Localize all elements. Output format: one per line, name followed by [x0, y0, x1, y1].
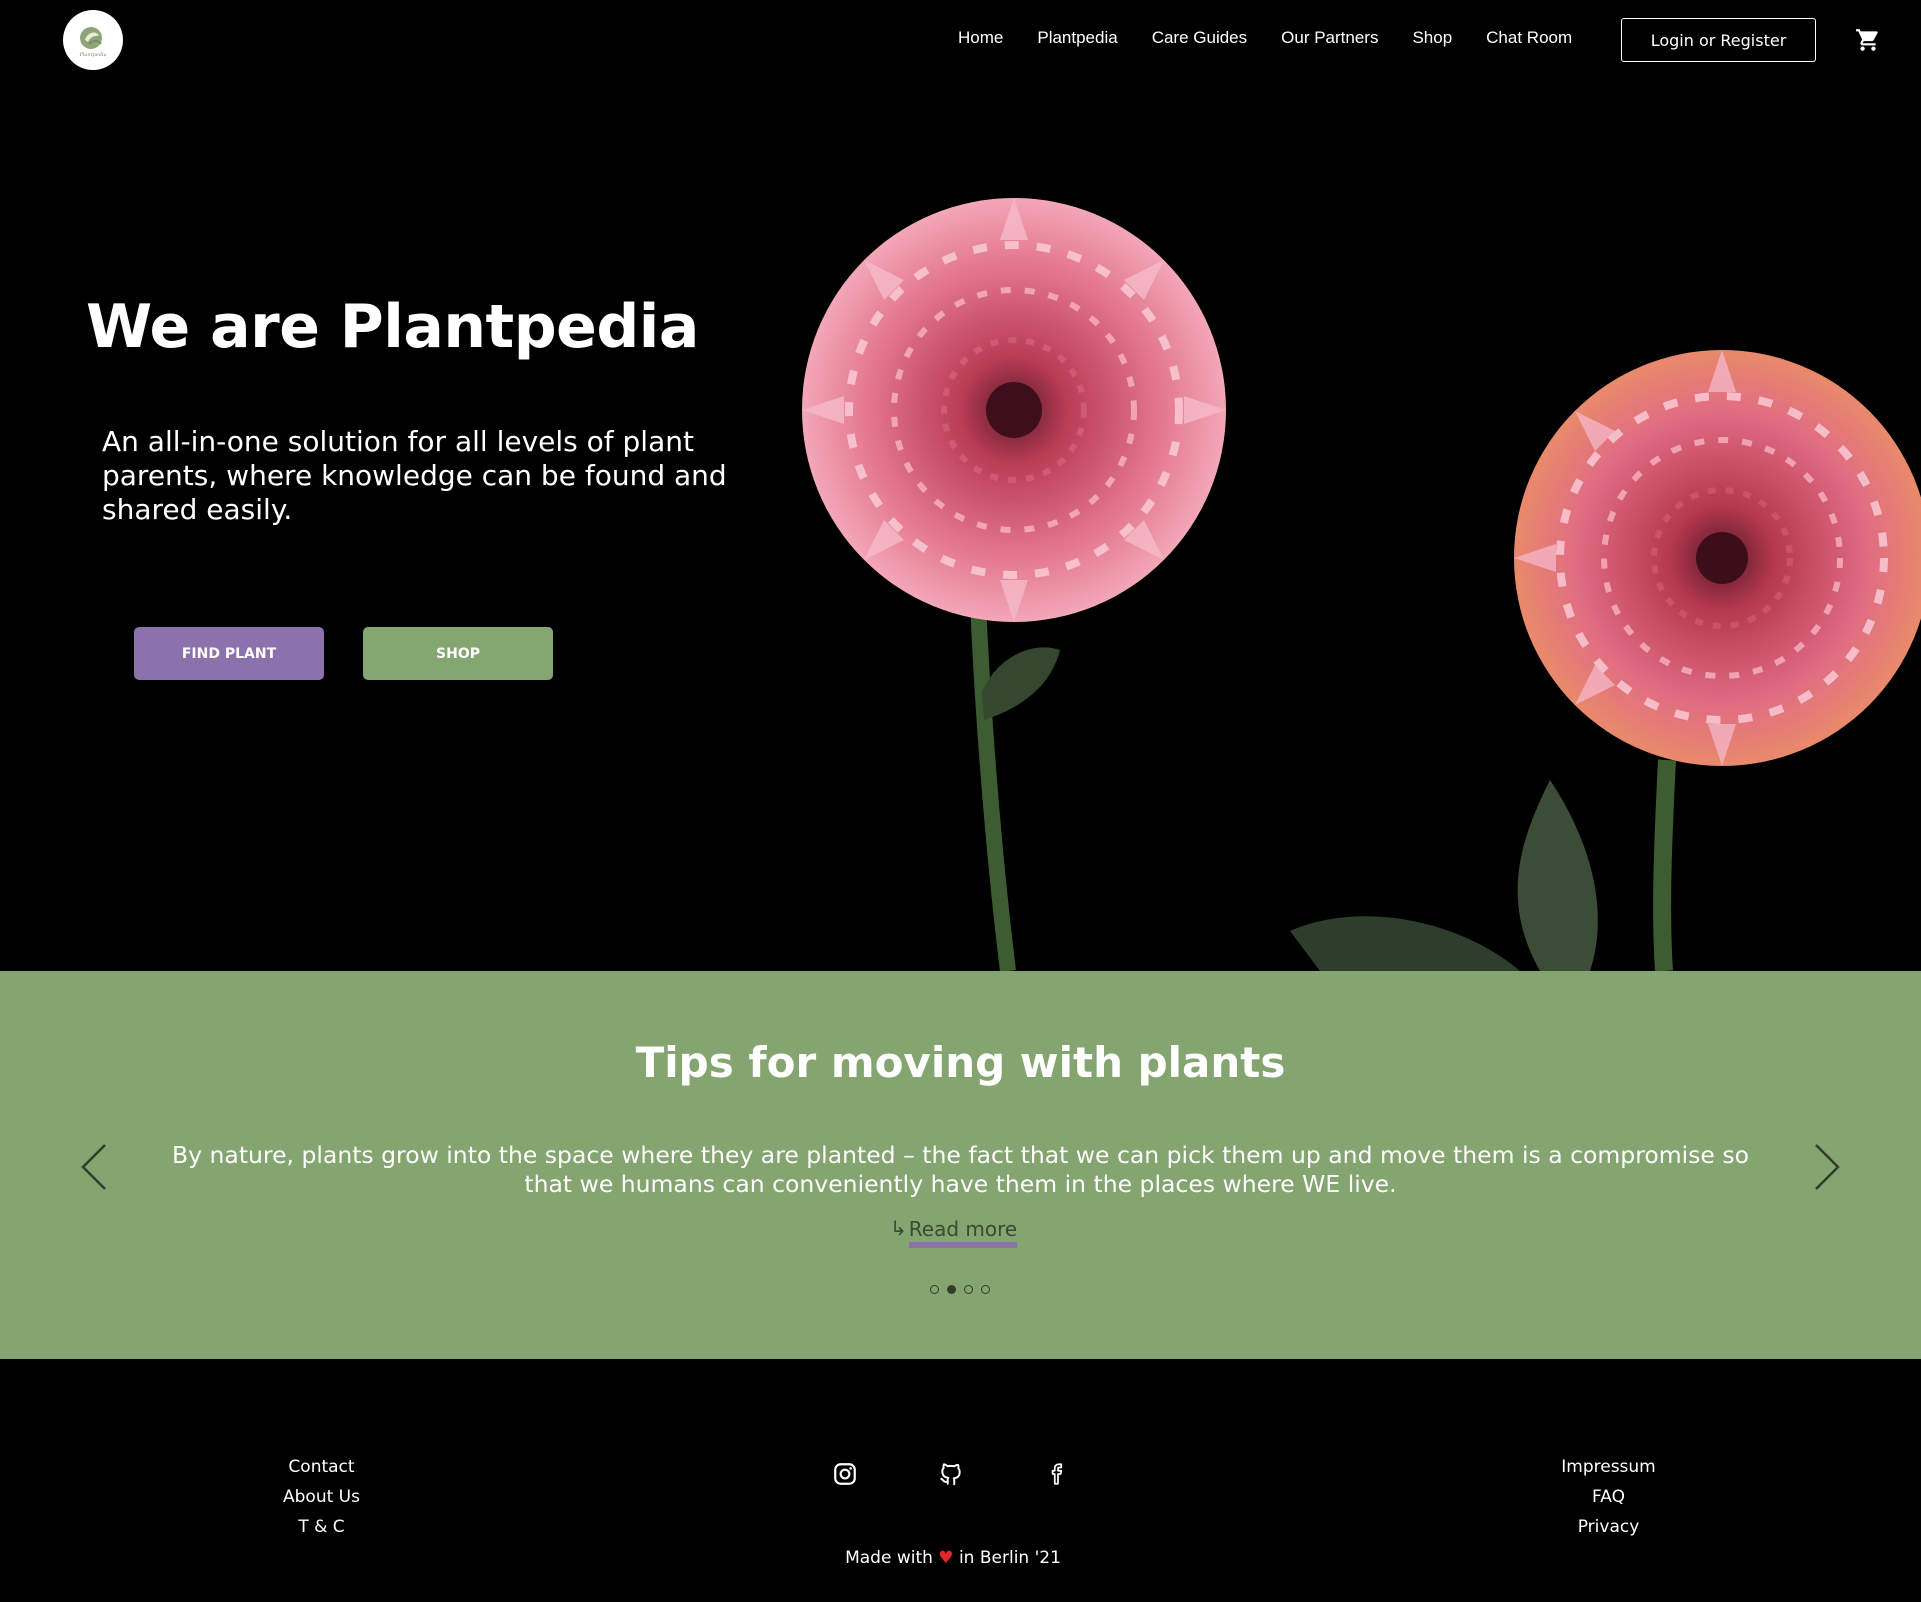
carousel-dot-1[interactable]	[930, 1285, 939, 1294]
carousel-dots	[930, 1285, 990, 1294]
read-more-link[interactable]: ↳ Read more	[890, 1216, 1018, 1248]
footer-about-link[interactable]: About Us	[230, 1487, 413, 1508]
shop-button[interactable]: SHOP	[363, 627, 553, 680]
facebook-icon[interactable]	[1045, 1461, 1071, 1487]
leaf-logo-icon: Plantpedia	[78, 27, 107, 58]
nav-plantpedia[interactable]: Plantpedia	[1037, 28, 1117, 48]
made-with-text: Made with ♥ in Berlin '21	[0, 1548, 1906, 1568]
nav-home[interactable]: Home	[958, 28, 1003, 48]
nav-our-partners[interactable]: Our Partners	[1281, 28, 1378, 48]
github-icon[interactable]	[938, 1461, 964, 1487]
svg-text:Plantpedia: Plantpedia	[78, 52, 106, 58]
hero-subtitle: An all-in-one solution for all levels of…	[102, 425, 727, 526]
carousel-dot-2[interactable]	[947, 1285, 956, 1294]
return-arrow-icon: ↳	[890, 1216, 907, 1240]
read-more-label: Read more	[908, 1216, 1018, 1248]
heart-icon: ♥	[938, 1548, 954, 1568]
cart-icon[interactable]	[1855, 27, 1881, 53]
footer-impressum-link[interactable]: Impressum	[1517, 1457, 1700, 1478]
footer-privacy-link[interactable]: Privacy	[1517, 1517, 1700, 1538]
plantpedia-logo[interactable]: Plantpedia	[63, 10, 123, 70]
footer-left-links: Contact About Us T & C	[230, 1457, 413, 1538]
chevron-left-icon[interactable]	[79, 1141, 109, 1193]
footer-right-links: Impressum FAQ Privacy	[1517, 1457, 1700, 1538]
instagram-icon[interactable]	[832, 1461, 858, 1487]
tips-text: By nature, plants grow into the space wh…	[172, 1141, 1749, 1198]
chevron-right-icon[interactable]	[1812, 1141, 1842, 1193]
footer: Contact About Us T & C Impressum FAQ Pri…	[0, 1359, 1921, 1602]
nav-care-guides[interactable]: Care Guides	[1152, 28, 1247, 48]
footer-faq-link[interactable]: FAQ	[1517, 1487, 1700, 1508]
tips-title: Tips for moving with plants	[635, 1038, 1286, 1087]
nav-links: Home Plantpedia Care Guides Our Partners…	[958, 28, 1606, 48]
hero-section: We are Plantpedia An all-in-one solution…	[0, 80, 1921, 971]
tips-carousel: Tips for moving with plants By nature, p…	[0, 971, 1921, 1359]
made-with-prefix: Made with	[845, 1548, 933, 1568]
carousel-dot-4[interactable]	[981, 1285, 990, 1294]
nav-shop[interactable]: Shop	[1412, 28, 1452, 48]
top-navigation: Plantpedia Home Plantpedia Care Guides O…	[0, 0, 1921, 80]
nav-chat-room[interactable]: Chat Room	[1486, 28, 1572, 48]
hero-title: We are Plantpedia	[86, 292, 699, 362]
footer-terms-link[interactable]: T & C	[230, 1517, 413, 1538]
made-with-suffix: in Berlin '21	[958, 1548, 1061, 1568]
carousel-dot-3[interactable]	[964, 1285, 973, 1294]
find-plant-button[interactable]: FIND PLANT	[134, 627, 324, 680]
footer-contact-link[interactable]: Contact	[230, 1457, 413, 1478]
dahlia-flowers-image	[802, 198, 1921, 971]
login-register-button[interactable]: Login or Register	[1621, 18, 1816, 62]
